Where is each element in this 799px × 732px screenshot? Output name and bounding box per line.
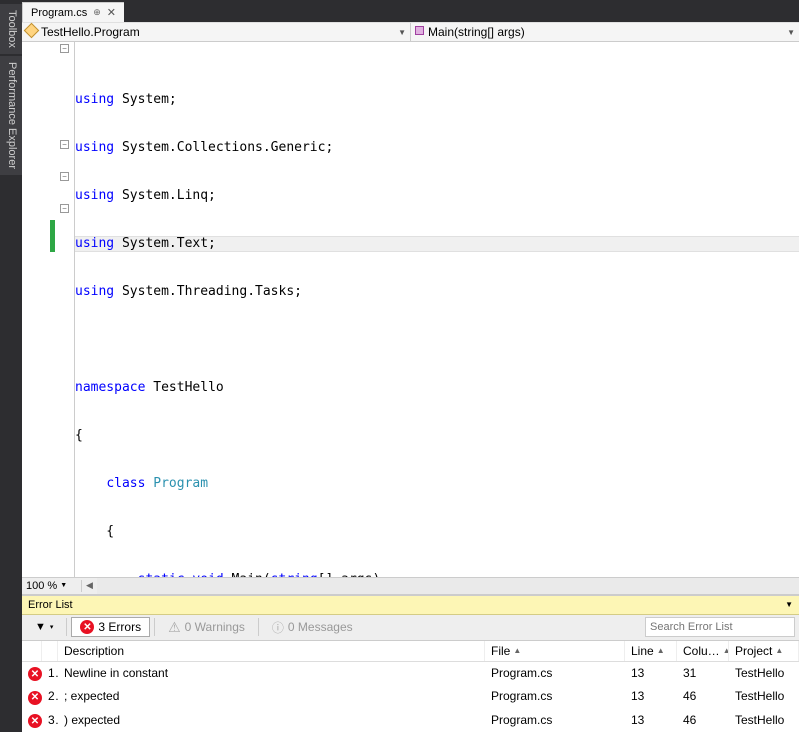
- code-editor[interactable]: − − − − using System; using System.Colle…: [22, 42, 799, 577]
- sort-asc-icon: ▲: [657, 646, 665, 655]
- fold-toggle[interactable]: −: [60, 172, 69, 181]
- code-content[interactable]: using System; using System.Collections.G…: [74, 42, 799, 577]
- row-file: Program.cs: [485, 710, 625, 732]
- side-tab-performance-explorer[interactable]: Performance Explorer: [0, 56, 22, 175]
- errors-count-label: 3 Errors: [98, 620, 141, 634]
- error-icon: ✕: [28, 667, 42, 681]
- warnings-count-label: 0 Warnings: [185, 620, 245, 634]
- editor-gutter: − − − −: [22, 42, 74, 577]
- row-num: 3: [42, 710, 58, 732]
- row-project: TestHello: [729, 663, 799, 685]
- nav-scope-label: TestHello.Program: [41, 25, 140, 39]
- row-file: Program.cs: [485, 663, 625, 685]
- dropdown-icon[interactable]: ▼: [785, 600, 793, 609]
- file-tab-label: Program.cs: [31, 7, 87, 19]
- error-list-header: Description File▲ Line▲ Colu…▲ Project▲: [22, 641, 799, 662]
- sort-asc-icon: ▲: [513, 646, 521, 655]
- row-project: TestHello: [729, 686, 799, 708]
- fold-toggle[interactable]: −: [60, 204, 69, 213]
- info-icon: ⓘ: [272, 619, 284, 636]
- editor-status-bar: 100 % ▼ ◀: [22, 577, 799, 595]
- messages-filter-button[interactable]: ⓘ 0 Messages: [263, 616, 362, 639]
- row-file: Program.cs: [485, 686, 625, 708]
- zoom-dropdown[interactable]: 100 % ▼: [22, 580, 82, 592]
- row-num: 2: [42, 686, 58, 708]
- row-line: 13: [625, 686, 677, 708]
- warnings-filter-button[interactable]: ⚠ 0 Warnings: [159, 616, 254, 639]
- horizontal-scrollbar[interactable]: [97, 578, 799, 594]
- change-indicator: [50, 220, 55, 252]
- error-list-toolbar: ▼ ▾ ✕ 3 Errors ⚠ 0 Warnings ⓘ 0 Messages: [22, 615, 799, 641]
- nav-member-dropdown[interactable]: Main(string[] args) ▼: [411, 23, 799, 41]
- row-project: TestHello: [729, 710, 799, 732]
- row-description: Newline in constant: [58, 663, 485, 685]
- sort-asc-icon: ▲: [775, 646, 783, 655]
- messages-count-label: 0 Messages: [288, 620, 353, 634]
- row-col: 46: [677, 710, 729, 732]
- row-description: ) expected: [58, 710, 485, 732]
- search-input[interactable]: [645, 617, 795, 637]
- zoom-value: 100 %: [26, 580, 57, 592]
- close-icon[interactable]: ✕: [107, 6, 116, 19]
- filter-icon: ▼: [35, 621, 46, 633]
- side-panel-tabs: Toolbox Performance Explorer: [0, 0, 22, 732]
- fold-toggle[interactable]: −: [60, 44, 69, 53]
- header-column[interactable]: Colu…▲: [677, 641, 729, 661]
- panel-title-bar[interactable]: Error List ▼: [22, 596, 799, 615]
- chevron-down-icon: ▼: [398, 28, 406, 37]
- row-line: 13: [625, 710, 677, 732]
- document-tab-bar: Program.cs ⊕ ✕: [22, 0, 799, 22]
- errors-filter-button[interactable]: ✕ 3 Errors: [71, 617, 150, 637]
- panel-title-label: Error List: [28, 599, 73, 611]
- chevron-down-icon: ▾: [50, 623, 54, 631]
- header-icon[interactable]: [22, 641, 42, 661]
- error-icon: ✕: [28, 714, 42, 728]
- side-tab-toolbox[interactable]: Toolbox: [0, 4, 22, 54]
- fold-toggle[interactable]: −: [60, 140, 69, 149]
- method-icon: [415, 26, 424, 38]
- separator: [258, 618, 259, 636]
- row-col: 31: [677, 663, 729, 685]
- error-row[interactable]: ✕ 3 ) expected Program.cs 13 46 TestHell…: [22, 709, 799, 732]
- chevron-down-icon: ▼: [60, 582, 67, 589]
- header-num[interactable]: [42, 641, 58, 661]
- error-icon: ✕: [80, 620, 94, 634]
- error-row[interactable]: ✕ 2 ; expected Program.cs 13 46 TestHell…: [22, 685, 799, 709]
- error-row[interactable]: ✕ 1 Newline in constant Program.cs 13 31…: [22, 662, 799, 686]
- row-description: ; expected: [58, 686, 485, 708]
- row-num: 1: [42, 663, 58, 685]
- header-file[interactable]: File▲: [485, 641, 625, 661]
- filter-button[interactable]: ▼ ▾: [26, 618, 62, 636]
- class-icon: [26, 25, 37, 39]
- chevron-down-icon: ▼: [787, 28, 795, 37]
- file-tab-program-cs[interactable]: Program.cs ⊕ ✕: [22, 2, 124, 22]
- error-list-panel: Error List ▼ ▼ ▾ ✕ 3 Errors ⚠ 0 Warnings…: [22, 595, 799, 732]
- error-icon: ✕: [28, 691, 42, 705]
- scroll-left-icon[interactable]: ◀: [82, 580, 97, 591]
- header-description[interactable]: Description: [58, 641, 485, 661]
- separator: [66, 618, 67, 636]
- header-line[interactable]: Line▲: [625, 641, 677, 661]
- warning-icon: ⚠: [168, 619, 181, 636]
- nav-member-label: Main(string[] args): [428, 25, 525, 39]
- pin-icon[interactable]: ⊕: [93, 7, 101, 18]
- row-col: 46: [677, 686, 729, 708]
- row-line: 13: [625, 663, 677, 685]
- header-project[interactable]: Project▲: [729, 641, 799, 661]
- navigation-bar: TestHello.Program ▼ Main(string[] args) …: [22, 22, 799, 42]
- separator: [154, 618, 155, 636]
- nav-scope-dropdown[interactable]: TestHello.Program ▼: [22, 23, 411, 41]
